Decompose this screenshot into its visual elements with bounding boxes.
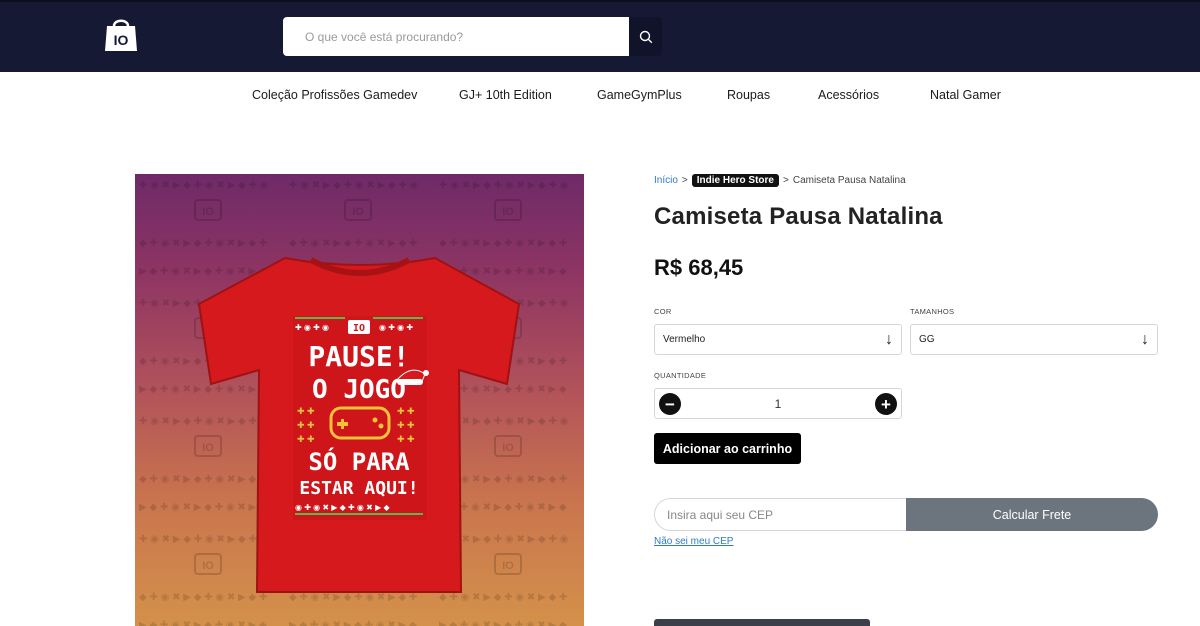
color-select[interactable]: Vermelho ↓ xyxy=(654,324,902,355)
product-image[interactable]: IO ✚ ◉ ✖ ▶ ◆ ✚ ◉ ✖ ▶ ◆ ✚ ◉ ◆ ✚ ◉ ✖ ▶ ◆ ✚… xyxy=(135,174,584,626)
svg-text:✚ ✚: ✚ ✚ xyxy=(297,420,315,430)
quantity-label: QUANTIDADE xyxy=(654,371,707,380)
quantity-value[interactable]: 1 xyxy=(655,389,901,418)
product-title: Camiseta Pausa Natalina xyxy=(654,203,943,230)
main-nav: Coleção Profissões Gamedev GJ+ 10th Edit… xyxy=(0,72,1200,118)
breadcrumb-store[interactable]: Indie Hero Store xyxy=(691,174,779,187)
add-to-cart-button[interactable]: Adicionar ao carrinho xyxy=(654,433,801,464)
svg-text:✚ ✚: ✚ ✚ xyxy=(397,406,415,416)
arrow-down-icon: ↓ xyxy=(1141,330,1149,348)
shirt-line-3: SÓ PARA xyxy=(308,446,410,476)
svg-text:✚ ◉ ✚ ◉: ✚ ◉ ✚ ◉ xyxy=(295,323,329,332)
dont-know-cep-link[interactable]: Não sei meu CEP xyxy=(654,536,733,547)
bag-logo-icon[interactable]: IO xyxy=(103,14,139,54)
plus-icon: + xyxy=(881,394,891,414)
svg-text:✚ ✚: ✚ ✚ xyxy=(397,434,415,444)
nav-item-gamegymplus[interactable]: GameGymPlus xyxy=(597,88,682,102)
breadcrumb-home[interactable]: Início xyxy=(654,175,678,186)
tshirt-illustration: IO PAUSE! O JOGO SÓ PARA ESTAR AQUI! ✚ ✚… xyxy=(197,256,521,593)
shirt-badge: IO xyxy=(353,323,365,334)
svg-text:◉ ✚ ◉ ✚: ◉ ✚ ◉ ✚ xyxy=(379,323,413,332)
breadcrumb-current: Camiseta Pausa Natalina xyxy=(792,175,906,186)
increase-quantity-button[interactable]: + xyxy=(875,393,897,415)
nav-item-natal-gamer[interactable]: Natal Gamer xyxy=(930,88,1001,102)
nav-item-gj-10th[interactable]: GJ+ 10th Edition xyxy=(459,88,552,102)
nav-item-colecao[interactable]: Coleção Profissões Gamedev xyxy=(252,88,417,102)
nav-item-roupas[interactable]: Roupas xyxy=(727,88,770,102)
color-label: COR xyxy=(654,307,672,316)
partial-button[interactable] xyxy=(654,619,870,626)
shirt-line-2: O JOGO xyxy=(312,375,406,405)
site-header: IO xyxy=(0,0,1200,72)
shipping-calculator: Calcular Frete xyxy=(654,498,1158,531)
svg-text:◉ ✚ ◉ ✖ ▶ ◆ ✚ ◉ ✖ ▶ ◆: ◉ ✚ ◉ ✖ ▶ ◆ ✚ ◉ ✖ ▶ ◆ xyxy=(295,503,390,512)
breadcrumb-separator: > xyxy=(783,175,789,186)
cep-input[interactable] xyxy=(654,498,914,531)
header-top-line xyxy=(0,0,1200,2)
quantity-stepper: 1 − + xyxy=(654,388,902,419)
svg-text:✚ ✚: ✚ ✚ xyxy=(297,406,315,416)
size-select[interactable]: GG ↓ xyxy=(910,324,1158,355)
search-input[interactable] xyxy=(283,17,629,56)
svg-text:✚ ✚: ✚ ✚ xyxy=(397,420,415,430)
arrow-down-icon: ↓ xyxy=(885,330,893,348)
color-select-value: Vermelho xyxy=(663,334,706,345)
minus-icon: − xyxy=(665,394,675,414)
shirt-line-4: ESTAR AQUI! xyxy=(299,478,418,499)
breadcrumb: Início > Indie Hero Store > Camiseta Pau… xyxy=(654,174,906,187)
product-price: R$ 68,45 xyxy=(654,255,744,280)
nav-item-acessorios[interactable]: Acessórios xyxy=(818,88,879,102)
calculate-shipping-button[interactable]: Calcular Frete xyxy=(906,498,1158,531)
search-button[interactable] xyxy=(629,17,662,56)
svg-text:✚ ✚: ✚ ✚ xyxy=(297,434,315,444)
size-label: TAMANHOS xyxy=(910,307,955,316)
breadcrumb-separator: > xyxy=(681,175,688,186)
svg-text:IO: IO xyxy=(114,32,129,48)
search-icon xyxy=(639,30,652,43)
size-select-value: GG xyxy=(919,334,935,345)
shirt-line-1: PAUSE! xyxy=(308,340,409,373)
decrease-quantity-button[interactable]: − xyxy=(659,393,681,415)
